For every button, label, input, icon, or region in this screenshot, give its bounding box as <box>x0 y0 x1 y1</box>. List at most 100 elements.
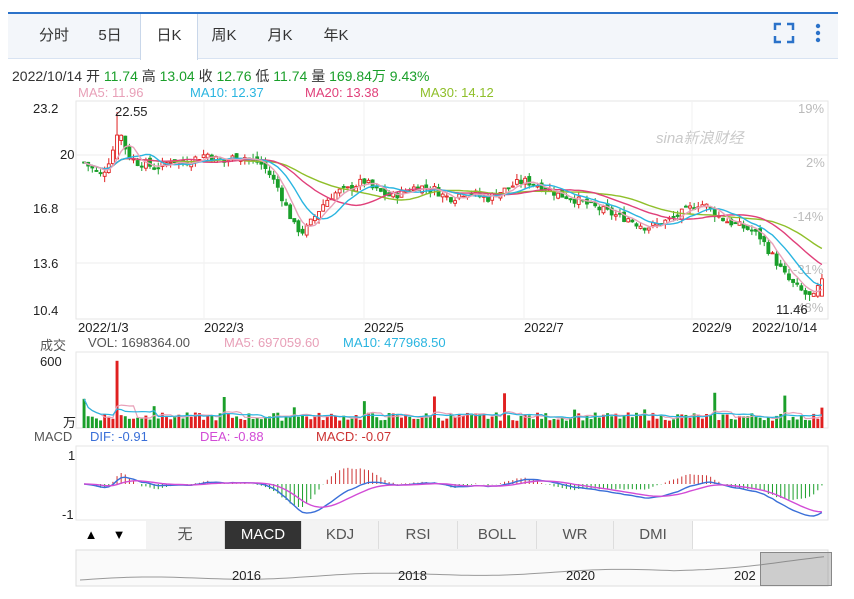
volume-bar <box>111 418 115 428</box>
volume-bar <box>342 415 346 428</box>
volume-bar <box>94 418 98 428</box>
volume-bar <box>165 417 168 428</box>
indicator-tab-wr[interactable]: WR <box>537 521 614 549</box>
indicator-tab-kdj[interactable]: KDJ <box>302 521 379 549</box>
candle-body <box>675 214 680 217</box>
candle-body <box>807 291 812 295</box>
volume-bar <box>239 418 243 428</box>
candle-body <box>271 174 276 180</box>
volume-bar <box>259 419 263 428</box>
volume-bar <box>86 416 90 428</box>
candle-body <box>502 187 507 195</box>
volume-bar <box>296 416 300 428</box>
volume-bar <box>742 416 746 428</box>
navigator-range-handle[interactable] <box>760 552 832 586</box>
volume-bar <box>717 420 721 428</box>
candle-body <box>366 179 371 184</box>
volume-bar <box>185 412 189 428</box>
candle-body <box>275 179 280 188</box>
volume-bar <box>140 418 144 428</box>
scroll-up-button[interactable]: ▲ <box>80 524 102 546</box>
volume-bar <box>548 420 552 428</box>
volume-bar <box>622 415 626 428</box>
volume-bar <box>771 420 774 428</box>
candle-body <box>292 218 297 223</box>
candle-body <box>774 253 779 266</box>
dif-legend: DIF: -0.91 <box>90 429 148 444</box>
volume-bar <box>552 418 556 428</box>
nav-year-2022: 202 <box>734 568 756 583</box>
candle-body <box>576 196 581 205</box>
candle-body <box>111 149 115 165</box>
indicator-tab-boll[interactable]: BOLL <box>458 521 537 549</box>
candle-body <box>280 187 284 202</box>
volume-bar <box>795 419 799 428</box>
candle-body <box>115 134 119 160</box>
dif-line <box>84 476 823 517</box>
volume-bar <box>581 420 585 428</box>
ma10-line <box>83 153 823 287</box>
volume-bar <box>569 417 572 428</box>
candle-body <box>284 202 288 206</box>
x-label-3: 2022/5 <box>364 320 404 335</box>
scroll-down-button[interactable]: ▼ <box>108 524 130 546</box>
volume-bar <box>643 409 647 428</box>
vol-ma5-legend: MA5: 697059.60 <box>224 335 320 350</box>
ma20-line <box>83 158 823 266</box>
candle-body <box>321 204 326 212</box>
volume-bar <box>210 415 214 428</box>
candle-body <box>642 227 647 231</box>
volume-bar <box>482 414 486 428</box>
volume-bar <box>618 418 622 428</box>
candle-body <box>601 206 606 214</box>
candle-body <box>749 229 754 232</box>
volume-bar <box>288 416 292 428</box>
volume-bar <box>313 415 317 428</box>
candle-body <box>683 205 688 208</box>
candle-body <box>453 200 457 204</box>
volume-bar <box>647 420 651 428</box>
candle-body <box>721 217 725 222</box>
navigator-frame <box>75 549 829 587</box>
candle-body <box>288 204 293 220</box>
volume-bar <box>808 420 812 428</box>
ma5-line <box>83 144 823 293</box>
volume-bar <box>750 413 754 428</box>
volume-bar <box>82 398 86 428</box>
candle-body <box>638 225 643 229</box>
candle-body <box>139 165 144 168</box>
candle-body <box>733 222 738 225</box>
candle-body <box>782 265 787 273</box>
indicator-tab-dmi[interactable]: DMI <box>614 521 693 549</box>
volume-bar <box>206 414 210 428</box>
volume-bar <box>292 407 296 428</box>
candle-body <box>778 263 783 267</box>
candle-body <box>593 202 598 207</box>
volume-bar <box>90 416 94 428</box>
candle-body <box>803 290 808 295</box>
x-label-5: 2022/9 <box>692 320 732 335</box>
candle-body <box>205 153 210 158</box>
candle-body <box>531 183 536 186</box>
candle-body <box>646 227 651 231</box>
max-price-label: 22.55 <box>115 104 148 119</box>
volume-bar <box>688 417 692 428</box>
indicator-tab-none[interactable]: 无 <box>146 521 225 549</box>
volume-bar <box>243 419 247 428</box>
x-label-2: 2022/3 <box>204 320 244 335</box>
volume-bar <box>725 414 729 428</box>
volume-bar <box>639 415 643 428</box>
volume-bar <box>325 415 329 428</box>
candle-body <box>337 188 342 194</box>
candle-body <box>102 171 107 177</box>
volume-bar <box>470 413 474 428</box>
volume-bar <box>334 415 337 428</box>
indicator-tab-macd[interactable]: MACD <box>225 521 302 549</box>
macd-y-bottom: -1 <box>62 507 74 522</box>
volume-bar <box>812 413 816 428</box>
candle-body <box>201 154 206 159</box>
indicator-tab-rsi[interactable]: RSI <box>379 521 458 549</box>
candle-body <box>688 205 692 209</box>
volume-bar <box>733 419 737 428</box>
candle-body <box>267 170 272 176</box>
